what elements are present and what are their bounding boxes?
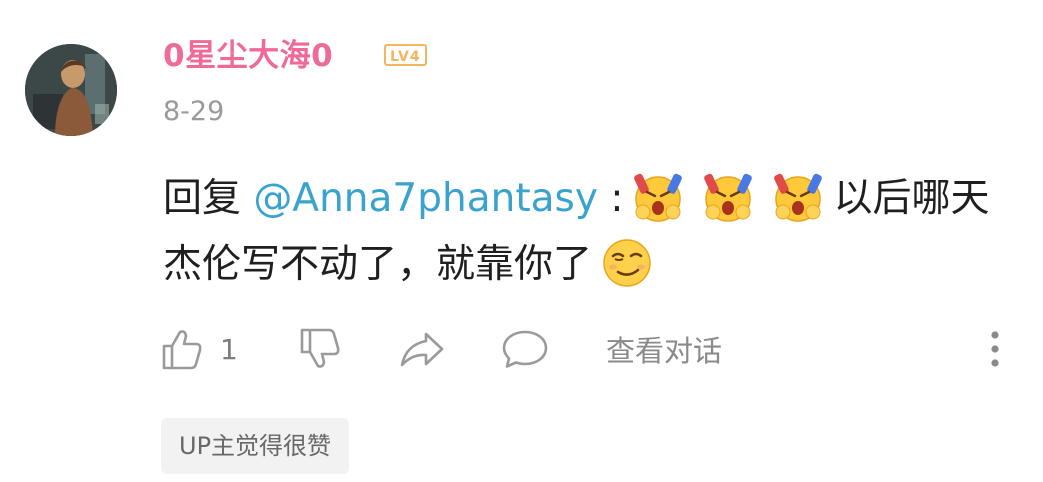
share-arrow-icon [400, 332, 444, 367]
dislike-button[interactable] [298, 324, 344, 374]
reply-prefix: 回复 [163, 176, 254, 221]
more-vertical-icon [991, 331, 999, 367]
crying-emoji-icon [769, 168, 827, 226]
up-liked-tag: UP主觉得很赞 [161, 418, 350, 474]
thumbs-up-icon [162, 330, 202, 370]
thumbs-down-icon [300, 328, 340, 368]
like-count: 1 [220, 332, 238, 366]
username[interactable]: 0星尘大海0 [163, 36, 333, 76]
crying-emoji-icon [629, 168, 687, 226]
share-button[interactable] [398, 324, 446, 374]
mention-link[interactable]: @Anna7phantasy [253, 176, 598, 221]
view-conversation-link[interactable]: 查看对话 [606, 324, 722, 374]
action-bar: 1 查看对话 [160, 324, 1010, 374]
reply-separator: : [597, 176, 624, 221]
smirk-emoji-icon [598, 234, 656, 292]
comment-text: 回复 @Anna7phantasy : 以后哪天杰伦写不动了，就靠你了 [163, 166, 1023, 298]
comment-button[interactable] [500, 324, 550, 374]
comment-bubble-icon [502, 330, 548, 368]
like-button[interactable]: 1 [160, 324, 238, 374]
crying-emoji-icon [699, 168, 757, 226]
more-options-button[interactable] [980, 324, 1010, 374]
avatar[interactable] [25, 44, 117, 136]
avatar-image [25, 44, 117, 136]
comment-date: 8-29 [163, 96, 225, 127]
level-badge: LV4 [384, 44, 427, 66]
